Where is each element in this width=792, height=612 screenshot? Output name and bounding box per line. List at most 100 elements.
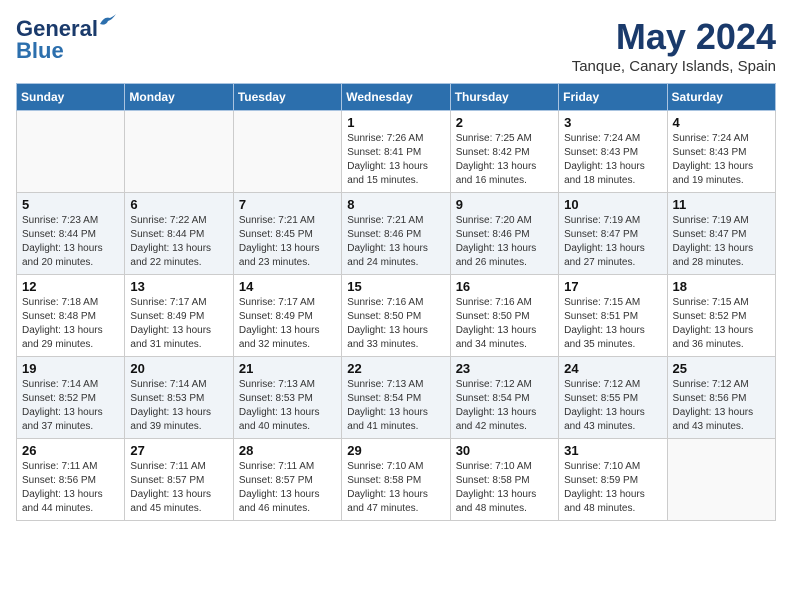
- calendar-week-2: 5 Sunrise: 7:23 AM Sunset: 8:44 PM Daylig…: [17, 193, 776, 275]
- logo-general: General: [16, 16, 98, 41]
- logo-bird-icon: [98, 12, 116, 28]
- day-info: Sunrise: 7:13 AM Sunset: 8:54 PM Dayligh…: [347, 378, 444, 434]
- day-info: Sunrise: 7:14 AM Sunset: 8:52 PM Dayligh…: [22, 378, 119, 434]
- day-info: Sunrise: 7:11 AM Sunset: 8:56 PM Dayligh…: [22, 460, 119, 516]
- day-number: 21: [239, 361, 336, 376]
- calendar-cell: 17 Sunrise: 7:15 AM Sunset: 8:51 PM Dayli…: [559, 275, 667, 357]
- day-number: 31: [564, 443, 661, 458]
- day-info: Sunrise: 7:15 AM Sunset: 8:52 PM Dayligh…: [673, 296, 770, 352]
- calendar-cell: [667, 439, 775, 521]
- calendar-cell: 4 Sunrise: 7:24 AM Sunset: 8:43 PM Daylig…: [667, 111, 775, 193]
- day-number: 25: [673, 361, 770, 376]
- day-info: Sunrise: 7:12 AM Sunset: 8:55 PM Dayligh…: [564, 378, 661, 434]
- month-title: May 2024: [572, 16, 776, 58]
- calendar-cell: 9 Sunrise: 7:20 AM Sunset: 8:46 PM Daylig…: [450, 193, 558, 275]
- day-number: 17: [564, 279, 661, 294]
- day-number: 12: [22, 279, 119, 294]
- calendar-cell: 11Sunrise: 7:19 AM Sunset: 8:47 PM Dayli…: [667, 193, 775, 275]
- calendar-cell: 25 Sunrise: 7:12 AM Sunset: 8:56 PM Dayli…: [667, 357, 775, 439]
- day-number: 13: [130, 279, 227, 294]
- day-number: 30: [456, 443, 553, 458]
- calendar-cell: 30 Sunrise: 7:10 AM Sunset: 8:58 PM Dayli…: [450, 439, 558, 521]
- day-number: 7: [239, 197, 336, 212]
- day-number: 4: [673, 115, 770, 130]
- calendar-cell: 2 Sunrise: 7:25 AM Sunset: 8:42 PM Daylig…: [450, 111, 558, 193]
- calendar-cell: 20Sunrise: 7:14 AM Sunset: 8:53 PM Dayli…: [125, 357, 233, 439]
- calendar-cell: 3Sunrise: 7:24 AM Sunset: 8:43 PM Daylig…: [559, 111, 667, 193]
- calendar-cell: [125, 111, 233, 193]
- logo: General Blue: [16, 16, 98, 64]
- weekday-header-tuesday: Tuesday: [233, 84, 341, 111]
- day-number: 28: [239, 443, 336, 458]
- day-number: 27: [130, 443, 227, 458]
- day-info: Sunrise: 7:12 AM Sunset: 8:56 PM Dayligh…: [673, 378, 770, 434]
- day-number: 10: [564, 197, 661, 212]
- calendar-cell: 12 Sunrise: 7:18 AM Sunset: 8:48 PM Dayli…: [17, 275, 125, 357]
- day-info: Sunrise: 7:11 AM Sunset: 8:57 PM Dayligh…: [130, 460, 227, 516]
- page-header: General Blue May 2024 Tanque, Canary Isl…: [16, 16, 776, 75]
- calendar-cell: 27 Sunrise: 7:11 AM Sunset: 8:57 PM Dayli…: [125, 439, 233, 521]
- day-info: Sunrise: 7:18 AM Sunset: 8:48 PM Dayligh…: [22, 296, 119, 352]
- calendar-cell: 5 Sunrise: 7:23 AM Sunset: 8:44 PM Daylig…: [17, 193, 125, 275]
- calendar-cell: 13 Sunrise: 7:17 AM Sunset: 8:49 PM Dayli…: [125, 275, 233, 357]
- day-info: Sunrise: 7:23 AM Sunset: 8:44 PM Dayligh…: [22, 214, 119, 270]
- day-info: Sunrise: 7:26 AM Sunset: 8:41 PM Dayligh…: [347, 132, 444, 188]
- calendar-cell: 18 Sunrise: 7:15 AM Sunset: 8:52 PM Dayli…: [667, 275, 775, 357]
- calendar-header-row: SundayMondayTuesdayWednesdayThursdayFrid…: [17, 84, 776, 111]
- day-number: 24: [564, 361, 661, 376]
- day-number: 23: [456, 361, 553, 376]
- day-info: Sunrise: 7:13 AM Sunset: 8:53 PM Dayligh…: [239, 378, 336, 434]
- calendar-week-1: 1Sunrise: 7:26 AM Sunset: 8:41 PM Daylig…: [17, 111, 776, 193]
- day-number: 29: [347, 443, 444, 458]
- day-info: Sunrise: 7:16 AM Sunset: 8:50 PM Dayligh…: [347, 296, 444, 352]
- day-info: Sunrise: 7:20 AM Sunset: 8:46 PM Dayligh…: [456, 214, 553, 270]
- calendar-cell: 23 Sunrise: 7:12 AM Sunset: 8:54 PM Dayli…: [450, 357, 558, 439]
- day-info: Sunrise: 7:25 AM Sunset: 8:42 PM Dayligh…: [456, 132, 553, 188]
- day-number: 18: [673, 279, 770, 294]
- calendar-cell: 8Sunrise: 7:21 AM Sunset: 8:46 PM Daylig…: [342, 193, 450, 275]
- day-info: Sunrise: 7:22 AM Sunset: 8:44 PM Dayligh…: [130, 214, 227, 270]
- weekday-header-thursday: Thursday: [450, 84, 558, 111]
- day-info: Sunrise: 7:10 AM Sunset: 8:59 PM Dayligh…: [564, 460, 661, 516]
- day-number: 14: [239, 279, 336, 294]
- day-number: 9: [456, 197, 553, 212]
- calendar-cell: 19Sunrise: 7:14 AM Sunset: 8:52 PM Dayli…: [17, 357, 125, 439]
- calendar-cell: 14 Sunrise: 7:17 AM Sunset: 8:49 PM Dayli…: [233, 275, 341, 357]
- day-info: Sunrise: 7:19 AM Sunset: 8:47 PM Dayligh…: [673, 214, 770, 270]
- calendar-cell: 15Sunrise: 7:16 AM Sunset: 8:50 PM Dayli…: [342, 275, 450, 357]
- day-info: Sunrise: 7:15 AM Sunset: 8:51 PM Dayligh…: [564, 296, 661, 352]
- day-info: Sunrise: 7:12 AM Sunset: 8:54 PM Dayligh…: [456, 378, 553, 434]
- day-number: 3: [564, 115, 661, 130]
- calendar-week-3: 12 Sunrise: 7:18 AM Sunset: 8:48 PM Dayli…: [17, 275, 776, 357]
- calendar-cell: 29 Sunrise: 7:10 AM Sunset: 8:58 PM Dayli…: [342, 439, 450, 521]
- calendar-cell: 7 Sunrise: 7:21 AM Sunset: 8:45 PM Daylig…: [233, 193, 341, 275]
- weekday-header-friday: Friday: [559, 84, 667, 111]
- calendar-cell: [17, 111, 125, 193]
- day-number: 16: [456, 279, 553, 294]
- day-info: Sunrise: 7:21 AM Sunset: 8:45 PM Dayligh…: [239, 214, 336, 270]
- day-number: 5: [22, 197, 119, 212]
- day-info: Sunrise: 7:17 AM Sunset: 8:49 PM Dayligh…: [239, 296, 336, 352]
- calendar-cell: 28 Sunrise: 7:11 AM Sunset: 8:57 PM Dayli…: [233, 439, 341, 521]
- calendar-cell: 1Sunrise: 7:26 AM Sunset: 8:41 PM Daylig…: [342, 111, 450, 193]
- calendar-table: SundayMondayTuesdayWednesdayThursdayFrid…: [16, 83, 776, 521]
- calendar-cell: 22 Sunrise: 7:13 AM Sunset: 8:54 PM Dayli…: [342, 357, 450, 439]
- calendar-week-4: 19Sunrise: 7:14 AM Sunset: 8:52 PM Dayli…: [17, 357, 776, 439]
- location: Tanque, Canary Islands, Spain: [572, 58, 776, 75]
- day-info: Sunrise: 7:24 AM Sunset: 8:43 PM Dayligh…: [673, 132, 770, 188]
- day-number: 2: [456, 115, 553, 130]
- day-number: 22: [347, 361, 444, 376]
- day-number: 6: [130, 197, 227, 212]
- day-info: Sunrise: 7:10 AM Sunset: 8:58 PM Dayligh…: [347, 460, 444, 516]
- day-info: Sunrise: 7:11 AM Sunset: 8:57 PM Dayligh…: [239, 460, 336, 516]
- weekday-header-sunday: Sunday: [17, 84, 125, 111]
- day-info: Sunrise: 7:10 AM Sunset: 8:58 PM Dayligh…: [456, 460, 553, 516]
- day-info: Sunrise: 7:21 AM Sunset: 8:46 PM Dayligh…: [347, 214, 444, 270]
- calendar-cell: 16Sunrise: 7:16 AM Sunset: 8:50 PM Dayli…: [450, 275, 558, 357]
- weekday-header-monday: Monday: [125, 84, 233, 111]
- calendar-cell: 31 Sunrise: 7:10 AM Sunset: 8:59 PM Dayli…: [559, 439, 667, 521]
- day-info: Sunrise: 7:17 AM Sunset: 8:49 PM Dayligh…: [130, 296, 227, 352]
- calendar-cell: 6 Sunrise: 7:22 AM Sunset: 8:44 PM Daylig…: [125, 193, 233, 275]
- weekday-header-saturday: Saturday: [667, 84, 775, 111]
- calendar-cell: 26Sunrise: 7:11 AM Sunset: 8:56 PM Dayli…: [17, 439, 125, 521]
